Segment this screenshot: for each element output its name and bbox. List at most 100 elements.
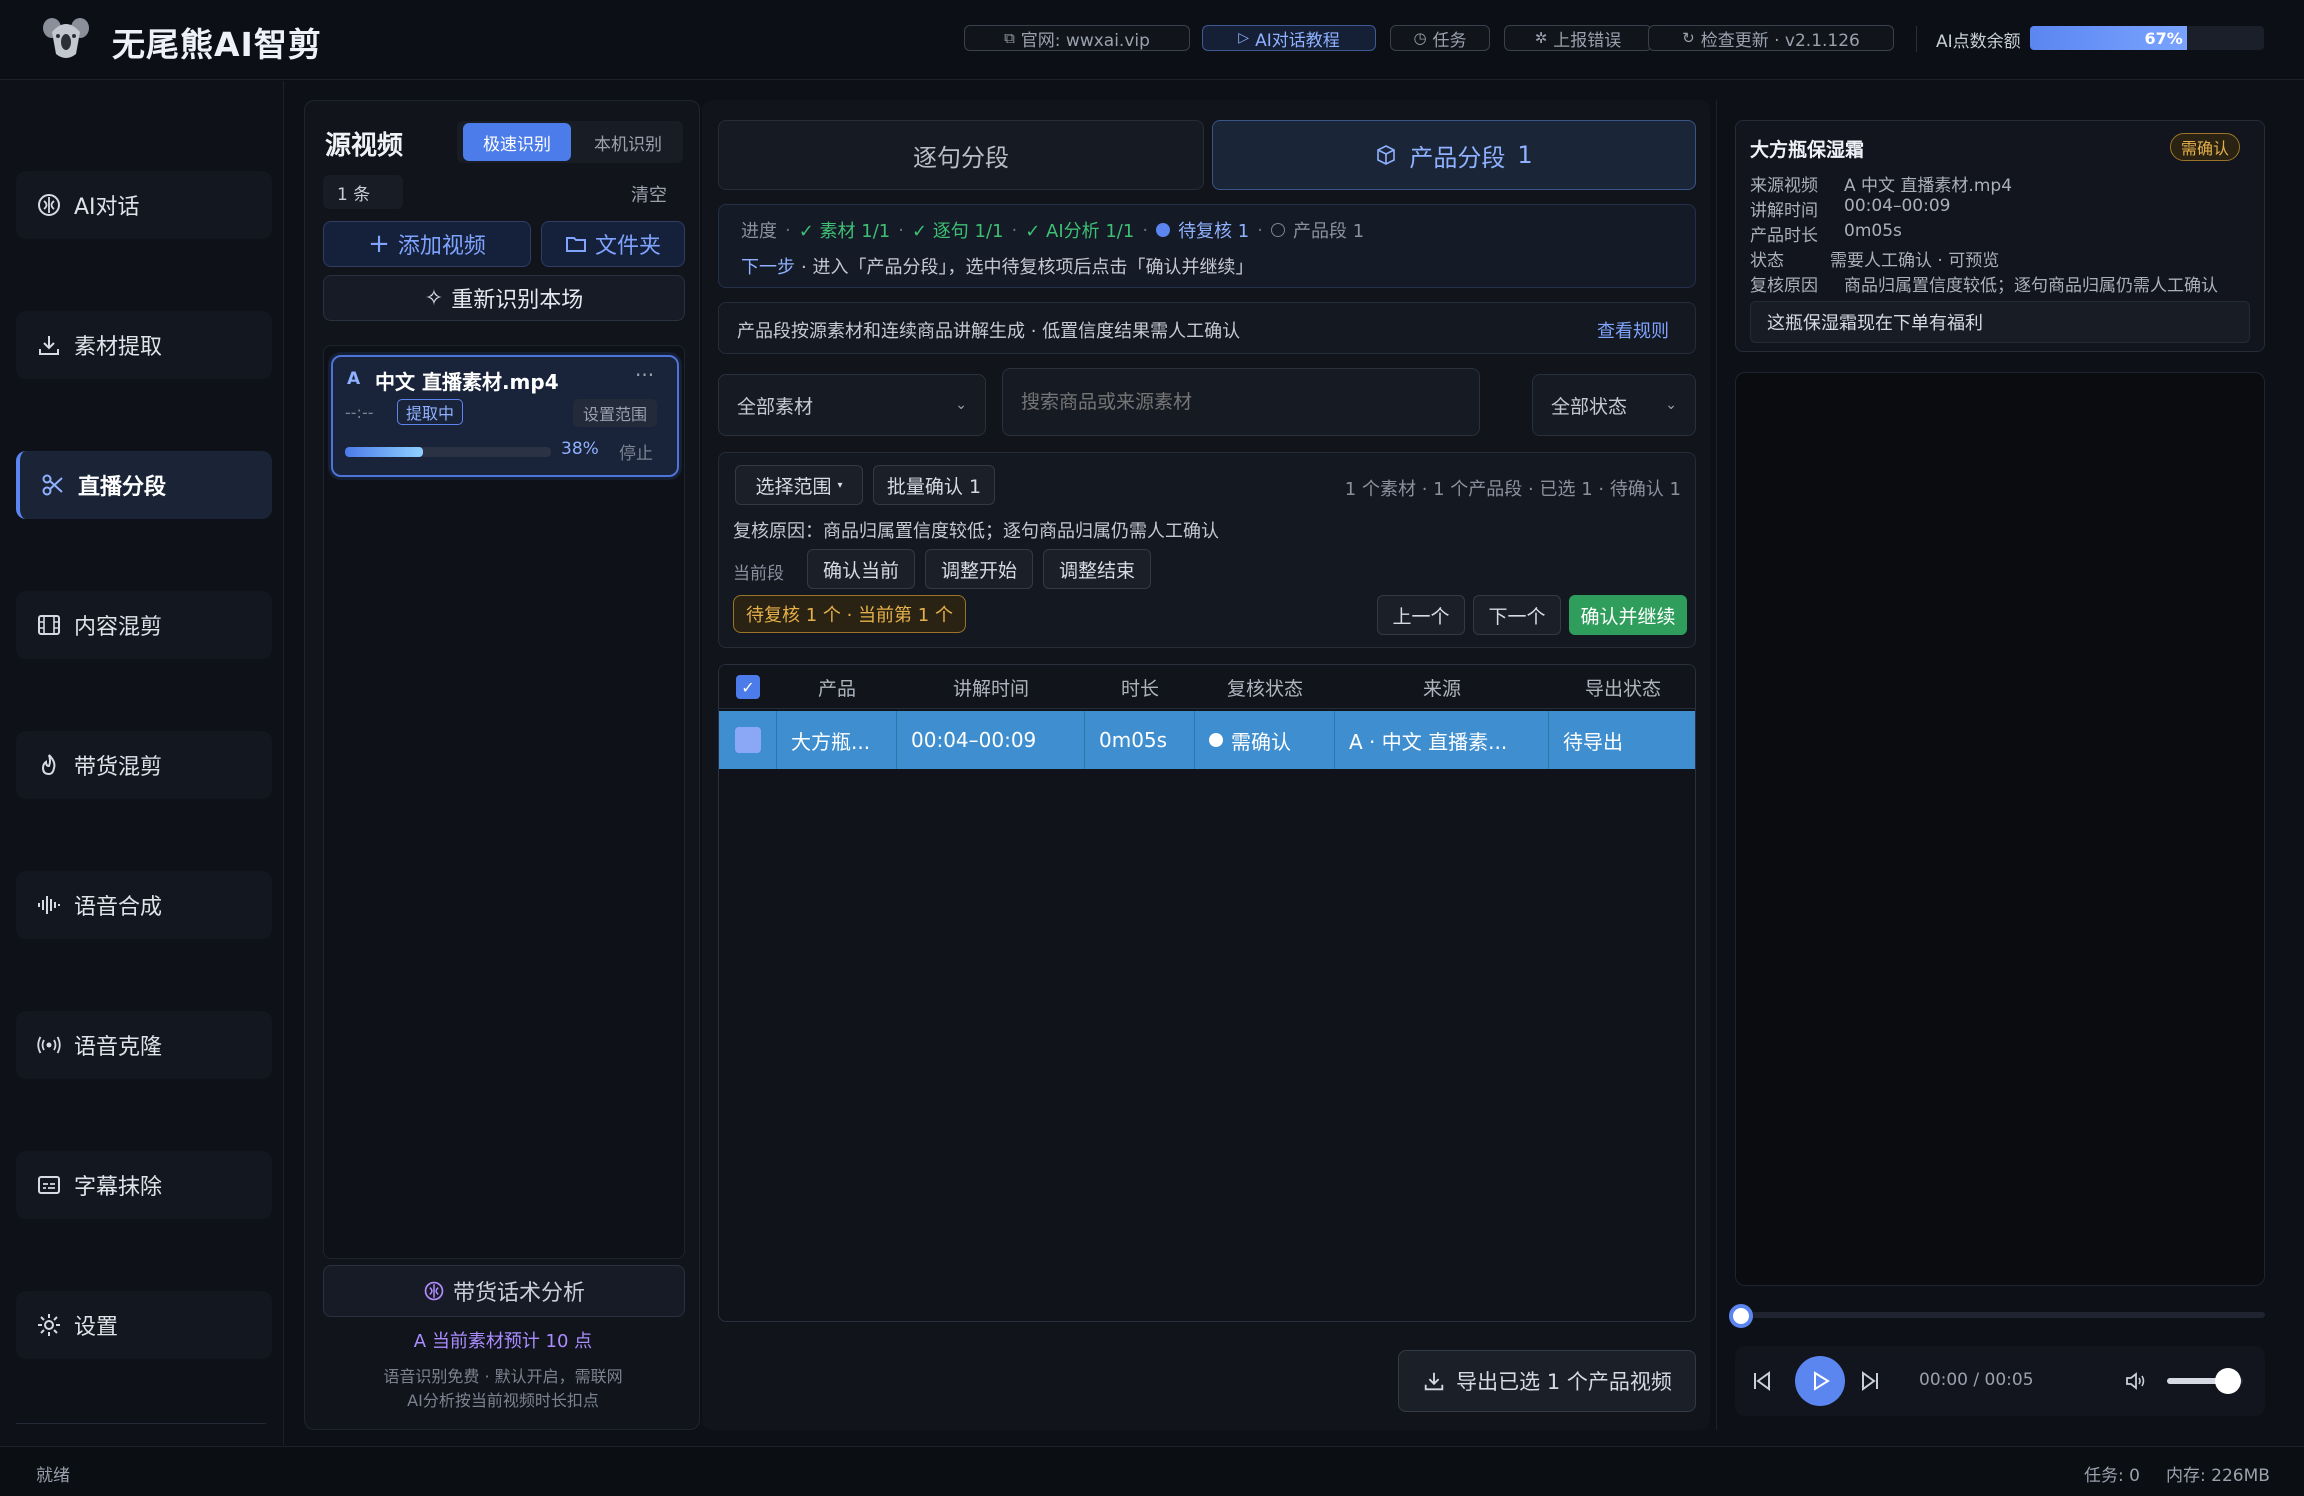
material-filter-value: 全部素材 [737, 395, 814, 418]
sidebar-item-content-mix[interactable]: 内容混剪 [16, 591, 272, 659]
sidebar-item-voice-clone[interactable]: 语音克隆 [16, 1011, 272, 1079]
tab-label: 产品分段 [1409, 143, 1506, 172]
more-options-button[interactable]: ··· [635, 363, 654, 387]
cell-source: A · 中文 直播素... [1335, 711, 1549, 769]
rerecognize-label: 重新识别本场 [451, 288, 584, 313]
row-checkbox[interactable] [719, 711, 777, 769]
search-field[interactable] [1002, 368, 1480, 436]
rerecognize-button[interactable]: ✧ 重新识别本场 [323, 275, 685, 321]
gear-icon [36, 1312, 62, 1338]
status-filter-select[interactable]: 全部状态 ⌄ [1532, 374, 1696, 436]
step-material: ✓ 素材 1/1 [798, 221, 891, 242]
previous-label: 上一个 [1392, 605, 1450, 628]
file-progress-bar [345, 447, 551, 457]
select-range-dropdown[interactable]: 选择范围 ▾ [735, 465, 863, 505]
skip-next-icon[interactable] [1857, 1368, 1883, 1394]
add-video-button[interactable]: + 添加视频 [323, 221, 531, 267]
batch-confirm-button[interactable]: 批量确认 1 [873, 465, 995, 505]
volume-handle[interactable] [2214, 1368, 2241, 1394]
review-reason: 复核原因：商品归属置信度较低；逐句商品归属仍需人工确认 [733, 521, 1219, 542]
play-button[interactable] [1795, 1356, 1845, 1406]
flame-icon [36, 752, 62, 778]
cell-time: 00:04–00:09 [897, 711, 1085, 769]
material-filter-select[interactable]: 全部素材 ⌄ [718, 374, 986, 436]
tasks-button[interactable]: ◷ 任务 [1390, 25, 1490, 51]
mode-fast-button[interactable]: 极速识别 [463, 123, 571, 161]
sidebar-item-sales-mix[interactable]: 带货混剪 [16, 731, 272, 799]
memory-usage: 内存: 226MB [2166, 1466, 2270, 1486]
info-card: 产品段按源素材和连续商品讲解生成 · 低置信度结果需人工确认 查看规则 [718, 302, 1696, 354]
ai-chat-icon [423, 1280, 445, 1302]
sidebar-item-settings[interactable]: 设置 [16, 1291, 272, 1359]
report-error-button[interactable]: ✲ 上报错误 [1504, 25, 1652, 51]
review-status-text: 需确认 [1231, 729, 1291, 754]
adjust-end-button[interactable]: 调整结束 [1043, 549, 1151, 589]
seek-handle[interactable] [1729, 1304, 1753, 1328]
cell-export: 待导出 [1563, 729, 1623, 754]
task-count: 任务: 0 [2084, 1466, 2140, 1486]
export-selected-button[interactable]: 导出已选 1 个产品视频 [1398, 1350, 1696, 1412]
status-bar: 就绪 任务: 0 内存: 226MB [0, 1446, 2304, 1496]
separator: · [898, 219, 904, 241]
progress-label: 进度 [741, 221, 777, 242]
clock-icon: ◷ [1413, 29, 1427, 47]
player-controls: 00:00 / 00:05 [1735, 1346, 2265, 1416]
tab-product-segment[interactable]: 产品分段 1 [1212, 120, 1696, 190]
previous-button[interactable]: 上一个 [1377, 595, 1465, 635]
external-link-icon: ⧉ [1004, 29, 1015, 47]
batch-confirm-label: 批量确认 1 [886, 475, 982, 498]
mode-local-button[interactable]: 本机识别 [573, 121, 683, 163]
koala-logo-icon [42, 14, 90, 62]
seek-bar[interactable] [1735, 1312, 2265, 1318]
sidebar-item-live-segment[interactable]: 直播分段 [16, 451, 272, 519]
video-preview[interactable] [1735, 372, 2265, 1286]
tab-sentence-segment[interactable]: 逐句分段 [718, 120, 1204, 190]
sales-script-analysis-button[interactable]: 带货话术分析 [323, 1265, 685, 1317]
file-time: --:-- [345, 403, 374, 422]
folder-button[interactable]: 文件夹 [541, 221, 685, 267]
detail-row-time: 讲解时间 00:04–00:09 [1750, 196, 1950, 221]
next-button[interactable]: 下一个 [1473, 595, 1561, 635]
sidebar-item-label: AI对话 [74, 195, 140, 220]
column-header-time[interactable]: 讲解时间 [897, 665, 1085, 709]
skip-previous-icon[interactable] [1749, 1368, 1775, 1394]
clear-button[interactable]: 清空 [631, 181, 667, 207]
sidebar-item-subtitle-erase[interactable]: 字幕抹除 [16, 1151, 272, 1219]
tasks-label: 任务 [1432, 30, 1467, 51]
stop-button[interactable]: 停止 [619, 439, 653, 464]
update-label: 检查更新 · v2.1.126 [1700, 30, 1860, 51]
website-button[interactable]: ⧉ 官网: wwxai.vip [964, 25, 1190, 51]
column-header-duration[interactable]: 时长 [1085, 665, 1195, 709]
column-header-review[interactable]: 复核状态 [1195, 665, 1335, 709]
check-update-button[interactable]: ↻ 检查更新 · v2.1.126 [1648, 25, 1894, 51]
set-range-button[interactable]: 设置范围 [573, 399, 658, 427]
column-header-product[interactable]: 产品 [777, 665, 897, 709]
status-dot-icon [1209, 733, 1223, 747]
segment-workspace: 逐句分段 产品分段 1 进度 · ✓ 素材 1/1 · ✓ 逐句 1/1 · ✓… [702, 100, 1710, 1430]
source-file-card[interactable]: A 中文 直播素材.mp4 ··· --:-- 提取中 设置范围 38% 停止 [331, 355, 679, 477]
progress-steps: 进度 · ✓ 素材 1/1 · ✓ 逐句 1/1 · ✓ AI分析 1/1 · … [741, 217, 1364, 243]
waveform-icon [36, 892, 62, 918]
sidebar-item-material-extract[interactable]: 素材提取 [16, 311, 272, 379]
tutorial-label: AI对话教程 [1255, 30, 1340, 51]
detail-value: 需要人工确认 · 可预览 [1830, 251, 2000, 271]
tutorial-button[interactable]: ▷ AI对话教程 [1202, 25, 1376, 51]
file-progress-fill [345, 447, 424, 457]
confirm-continue-button[interactable]: 确认并继续 [1569, 595, 1687, 635]
table-row[interactable]: 大方瓶... 00:04–00:09 0m05s 需确认 A · 中文 直播素.… [719, 711, 1695, 769]
sidebar-item-ai-chat[interactable]: AI对话 [16, 171, 272, 239]
column-header-source[interactable]: 来源 [1335, 665, 1549, 709]
adjust-start-button[interactable]: 调整开始 [925, 549, 1033, 589]
column-header-export[interactable]: 导出状态 [1549, 665, 1695, 709]
sidebar-item-label: 设置 [74, 1315, 119, 1340]
view-rules-link[interactable]: 查看规则 [1597, 317, 1669, 343]
select-all-checkbox[interactable]: ✓ [719, 665, 777, 709]
volume-icon[interactable] [2123, 1368, 2149, 1394]
sidebar-item-tts[interactable]: 语音合成 [16, 871, 272, 939]
separator: · [1142, 219, 1149, 241]
selection-summary: 1 个素材 · 1 个产品段 · 已选 1 · 待确认 1 [1344, 479, 1681, 500]
chevron-down-icon: ⌄ [1665, 397, 1677, 413]
confirm-current-button[interactable]: 确认当前 [807, 549, 915, 589]
search-input[interactable] [1021, 391, 1461, 413]
detail-value: 商品归属置信度较低；逐句商品归属仍需人工确认 [1844, 276, 2218, 296]
